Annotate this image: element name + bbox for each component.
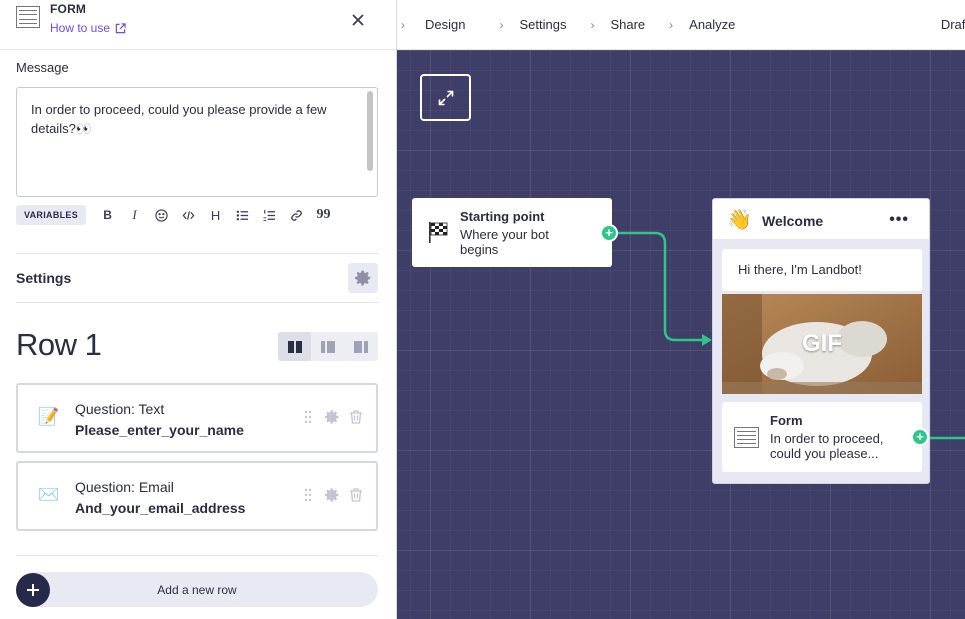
panel-header: FORM How to use [0, 0, 396, 50]
question-actions [300, 409, 364, 425]
question-card-email[interactable]: ✉️ Question: Email And_your_email_addres… [16, 461, 378, 531]
checkered-flag-icon [429, 222, 448, 243]
form-block-title: Form [770, 413, 803, 428]
add-new-row-button[interactable]: Add a new row [16, 572, 378, 607]
heading-icon: H [210, 207, 221, 223]
node-title: Starting point [460, 209, 545, 224]
drag-handle-icon[interactable] [300, 487, 316, 503]
layout-two-columns-option[interactable] [278, 332, 312, 361]
code-icon [182, 210, 195, 220]
quote-button[interactable]: 99 [310, 203, 337, 227]
question-actions [300, 487, 364, 503]
how-to-use-label: How to use [50, 21, 111, 35]
envelope-icon: ✉️ [38, 485, 60, 504]
gear-icon [355, 270, 371, 286]
link-icon [291, 209, 302, 221]
question-variable: Please_enter_your_name [75, 422, 244, 438]
bot-message: Hi there, I'm Landbot! [722, 249, 922, 291]
italic-button[interactable]: I [121, 203, 148, 227]
panel-header-text: FORM How to use [50, 2, 126, 35]
trash-icon[interactable] [348, 487, 364, 503]
divider [16, 253, 378, 254]
breadcrumb-chevron-icon: › [499, 17, 504, 32]
left-narrow-columns-icon [320, 340, 335, 353]
draft-status: Draft [940, 17, 965, 32]
variables-button[interactable]: VARIABLES [16, 205, 87, 225]
two-columns-icon [287, 340, 302, 353]
form-lines-icon [16, 6, 40, 28]
node-title: Welcome [762, 213, 824, 229]
question-card-text[interactable]: 📝 Question: Text Please_enter_your_name [16, 383, 378, 453]
welcome-node-header: 👋 Welcome ••• [713, 199, 929, 239]
numbered-list-icon [263, 209, 276, 221]
emoji-button[interactable] [148, 203, 175, 227]
more-options-icon[interactable]: ••• [889, 211, 909, 229]
smiley-icon [155, 208, 168, 222]
nav-analyze[interactable]: Analyze [689, 17, 735, 32]
form-block-subtitle: In order to proceed, could you please... [770, 431, 884, 461]
bold-button[interactable]: B [94, 203, 121, 227]
gear-icon[interactable] [324, 487, 340, 503]
breadcrumb-chevron-icon: › [669, 17, 674, 32]
bullet-list-icon [236, 210, 249, 220]
output-port-plus-icon[interactable]: + [911, 428, 929, 446]
expand-icon [438, 90, 453, 105]
settings-label: Settings [16, 270, 72, 286]
numbered-list-button[interactable] [256, 203, 283, 227]
bold-icon: B [103, 208, 112, 222]
message-label: Message [16, 60, 69, 75]
node-subtitle: Where your bot begins [460, 227, 549, 257]
fullscreen-button[interactable] [420, 74, 471, 121]
settings-button[interactable] [348, 263, 378, 293]
form-editor-panel: FORM How to use Message In order to proc… [0, 0, 397, 619]
starting-point-node[interactable]: Starting point Where your bot begins + [412, 198, 618, 267]
nav-share[interactable]: Share [610, 17, 645, 32]
right-narrow-columns-icon [354, 340, 369, 353]
nav-settings[interactable]: Settings [519, 17, 566, 32]
memo-icon: 📝 [38, 407, 60, 426]
form-block[interactable]: Form In order to proceed, could you plea… [722, 402, 922, 472]
italic-icon: I [132, 207, 137, 222]
gif-preview: GIF [722, 294, 922, 394]
flow-canvas[interactable]: Starting point Where your bot begins + 👋… [397, 50, 965, 619]
external-link-icon [115, 22, 126, 33]
trash-icon[interactable] [348, 409, 364, 425]
nav-design[interactable]: Design [425, 17, 465, 32]
how-to-use-link[interactable]: How to use [50, 21, 126, 35]
question-type: Question: Email [75, 479, 174, 495]
layout-right-narrow-option[interactable] [345, 332, 378, 361]
link-button[interactable] [283, 203, 310, 227]
divider [16, 302, 378, 303]
panel-title: FORM [50, 2, 87, 16]
format-toolbar: VARIABLES B I H 99 [16, 203, 337, 227]
waving-hand-icon: 👋 [727, 209, 752, 231]
code-button[interactable] [175, 203, 202, 227]
breadcrumb-chevron-icon: › [401, 17, 405, 32]
heading-button[interactable]: H [202, 203, 229, 227]
top-navigation: › Design › Settings › Share › Analyze Dr… [397, 0, 965, 50]
output-port-plus-icon[interactable]: + [600, 224, 618, 242]
row-title: Row 1 [16, 327, 102, 362]
message-textarea[interactable]: In order to proceed, could you please pr… [16, 87, 378, 197]
breadcrumb-chevron-icon: › [590, 17, 595, 32]
add-new-row-label: Add a new row [157, 582, 237, 597]
question-variable: And_your_email_address [75, 500, 246, 516]
message-scrollbar[interactable] [367, 91, 373, 171]
question-type: Question: Text [75, 401, 165, 417]
row-layout-selector [278, 332, 378, 361]
form-lines-icon [734, 427, 759, 448]
quote-icon: 99 [316, 207, 331, 222]
drag-handle-icon[interactable] [300, 409, 316, 425]
close-icon[interactable] [348, 10, 368, 30]
layout-left-narrow-option[interactable] [311, 332, 344, 361]
bullet-list-button[interactable] [229, 203, 256, 227]
divider [16, 555, 378, 556]
gif-label: GIF [802, 330, 842, 357]
gear-icon[interactable] [324, 409, 340, 425]
welcome-node[interactable]: 👋 Welcome ••• Hi there, I'm Landbot! GIF… [712, 198, 930, 484]
